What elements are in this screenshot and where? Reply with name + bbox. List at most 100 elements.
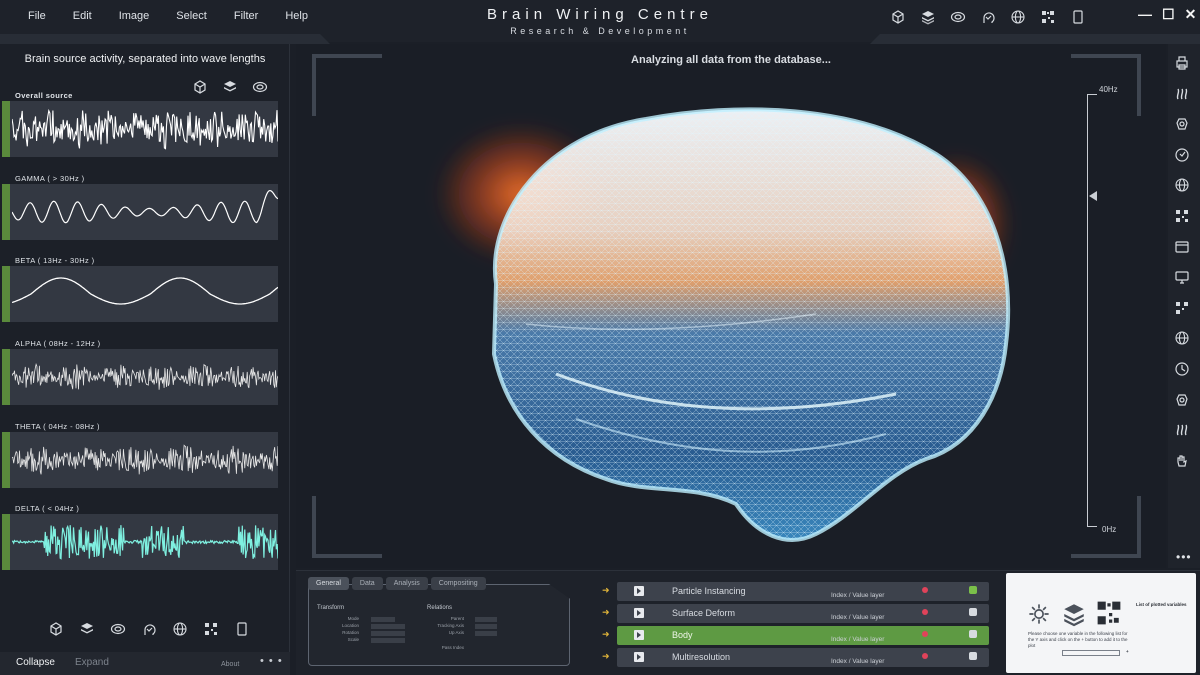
wave-beta[interactable] (2, 266, 278, 322)
tab-compositing[interactable]: Compositing (430, 577, 486, 590)
head-icon[interactable] (980, 9, 996, 25)
mode-field[interactable] (371, 617, 395, 622)
parent-field[interactable] (475, 617, 497, 622)
tablet-icon[interactable] (234, 621, 250, 637)
field-label: Parent (450, 616, 464, 621)
up-axis-field[interactable] (475, 631, 497, 636)
status-dot[interactable] (922, 631, 928, 637)
cube-icon[interactable] (48, 621, 64, 637)
tab-analysis[interactable]: Analysis (385, 577, 428, 590)
globe-icon[interactable] (1174, 177, 1190, 193)
collapse-button[interactable]: Collapse (16, 657, 55, 668)
play-icon[interactable] (634, 630, 644, 640)
list-item[interactable]: ➜ Body Index / Value layer (602, 626, 992, 645)
wave-alpha[interactable] (2, 349, 278, 405)
qr-icon[interactable] (1096, 600, 1122, 626)
arrow-right-icon: ➜ (602, 651, 610, 661)
3d-viewport[interactable]: Analyzing all data from the database... (296, 44, 1166, 568)
visibility-checkbox[interactable] (969, 586, 977, 594)
list-item[interactable]: ➜ Surface Deform Index / Value layer (602, 604, 992, 623)
layers-icon[interactable] (79, 621, 95, 637)
head-icon[interactable] (1174, 361, 1190, 377)
cube-icon[interactable] (192, 79, 208, 95)
add-variable-button[interactable]: + (1126, 649, 1129, 655)
maximize-button[interactable]: ☐ (1162, 6, 1175, 23)
gear-brain-icon[interactable] (1028, 603, 1050, 625)
head-icon[interactable] (1174, 147, 1190, 163)
printer-icon[interactable] (1174, 55, 1190, 71)
layer-name: Particle Instancing (672, 586, 746, 596)
top-toolbar (890, 9, 1086, 25)
about-link[interactable]: About (221, 661, 239, 668)
brain-icon[interactable] (1174, 116, 1190, 132)
scale-marker-icon[interactable] (1089, 191, 1097, 201)
cube-icon[interactable] (890, 9, 906, 25)
properties-frame: Transform Relations Mode Location Rotati… (308, 584, 570, 666)
hand-icon[interactable] (1174, 453, 1190, 469)
wave-gamma[interactable] (2, 184, 278, 240)
layer-name: Surface Deform (672, 608, 736, 618)
visibility-checkbox[interactable] (969, 630, 977, 638)
globe-icon[interactable] (172, 621, 188, 637)
variable-dropdown[interactable] (1062, 650, 1120, 656)
tablet-icon[interactable] (1070, 9, 1086, 25)
qr-icon[interactable] (1040, 9, 1056, 25)
status-message: Analyzing all data from the database... (631, 54, 831, 66)
visibility-checkbox[interactable] (969, 652, 977, 660)
expand-button[interactable]: Expand (75, 657, 109, 668)
layers-icon[interactable] (920, 9, 936, 25)
field-label: Rotation (342, 630, 359, 635)
window-icon[interactable] (1174, 239, 1190, 255)
panel-title: Brain source activity, separated into wa… (24, 53, 266, 65)
relations-heading: Relations (427, 605, 453, 611)
brain-icon[interactable] (110, 621, 126, 637)
more-options-button[interactable]: • • • (260, 655, 283, 667)
status-dot[interactable] (922, 653, 928, 659)
globe-icon[interactable] (1010, 9, 1026, 25)
brain-icon[interactable] (252, 79, 268, 95)
list-item[interactable]: ➜ Particle Instancing Index / Value laye… (602, 582, 992, 601)
layer-subtitle: Index / Value layer (831, 614, 885, 621)
variable-preview[interactable]: List of plotted variables Please choose … (1006, 573, 1196, 673)
arrow-right-icon: ➜ (602, 629, 610, 639)
scale-field[interactable] (371, 638, 405, 643)
layer-subtitle: Index / Value layer (831, 592, 885, 599)
rotation-field[interactable] (371, 631, 405, 636)
head-icon[interactable] (141, 621, 157, 637)
status-dot[interactable] (922, 587, 928, 593)
tracking-axis-field[interactable] (475, 624, 497, 629)
play-icon[interactable] (634, 652, 644, 662)
qr-icon[interactable] (1174, 300, 1190, 316)
play-icon[interactable] (634, 608, 644, 618)
brain-icon[interactable] (950, 9, 966, 25)
more-options-button[interactable]: ••• (1176, 550, 1192, 564)
tab-data[interactable]: Data (351, 577, 383, 590)
tab-general[interactable]: General (308, 577, 349, 590)
qr-icon[interactable] (203, 621, 219, 637)
frame-corner (312, 54, 382, 116)
brain-icon[interactable] (1174, 392, 1190, 408)
qr-icon[interactable] (1174, 208, 1190, 224)
brain-mesh[interactable] (416, 74, 1036, 554)
monitor-icon[interactable] (1174, 269, 1190, 285)
list-item[interactable]: ➜ Multiresolution Index / Value layer (602, 648, 992, 667)
wave-overall[interactable] (2, 101, 278, 157)
wave-delta[interactable] (2, 514, 278, 570)
waves-icon[interactable] (1174, 422, 1190, 438)
field-label: Scale (347, 637, 359, 642)
globe-icon[interactable] (1174, 330, 1190, 346)
visibility-checkbox[interactable] (969, 608, 977, 616)
wave-theta[interactable] (2, 432, 278, 488)
field-label: Location (341, 623, 359, 628)
layer-name: Body (672, 630, 693, 640)
status-dot[interactable] (922, 609, 928, 615)
play-icon[interactable] (634, 586, 644, 596)
location-field[interactable] (371, 624, 405, 629)
close-button[interactable]: ✕ (1185, 6, 1197, 23)
wave-label-overall: Overall source (15, 91, 73, 100)
layers-icon[interactable] (222, 79, 238, 95)
right-toolbar: ••• (1168, 44, 1200, 568)
layers-icon[interactable] (1061, 601, 1087, 627)
waves-icon[interactable] (1174, 86, 1190, 102)
minimize-button[interactable]: — (1138, 6, 1152, 23)
